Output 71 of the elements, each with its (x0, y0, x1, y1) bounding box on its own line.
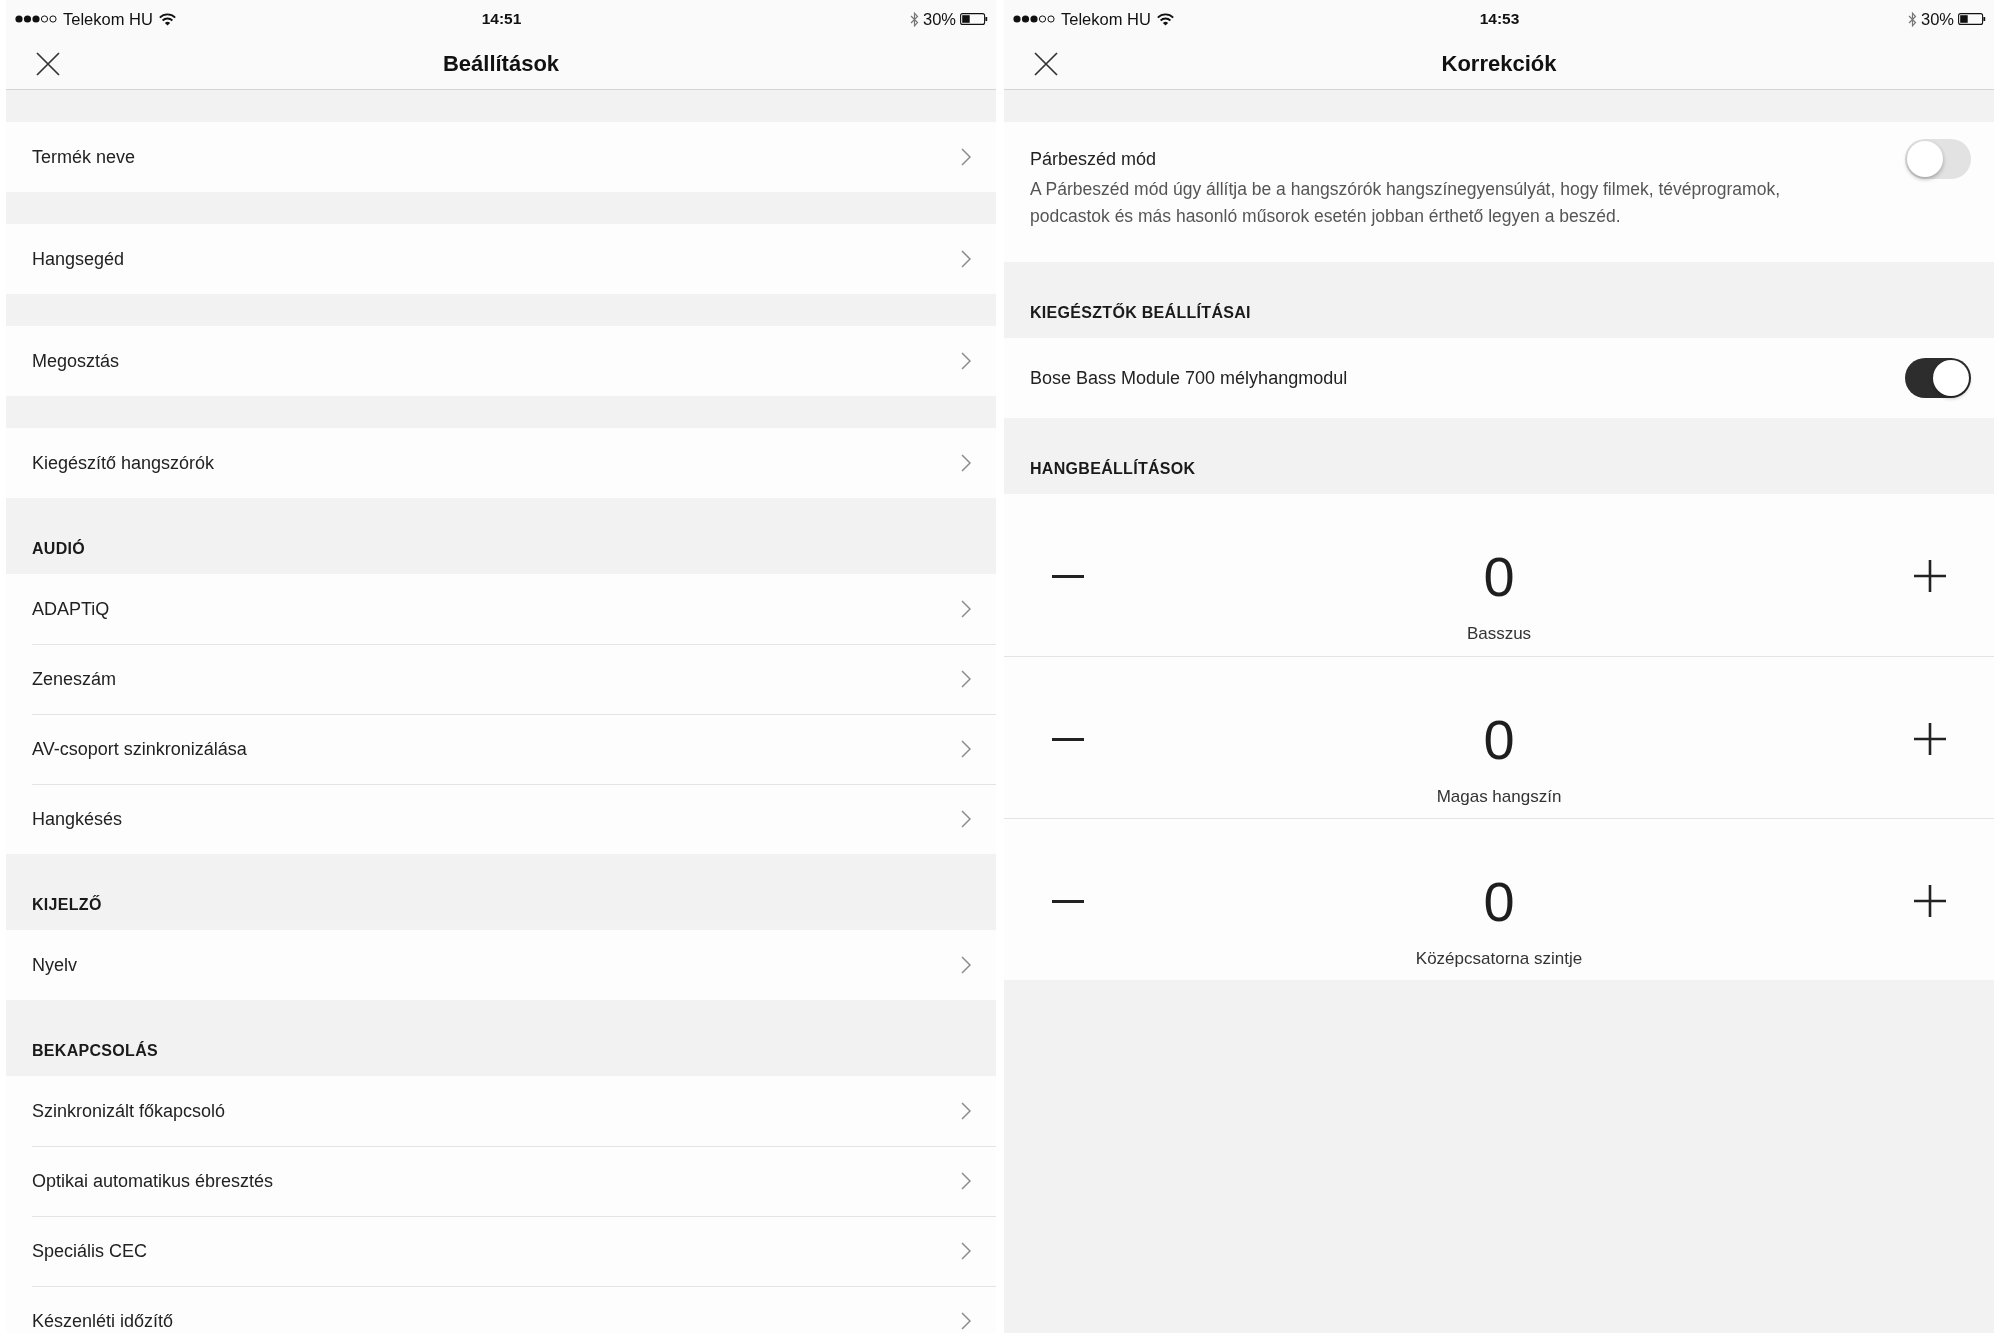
status-time: 14:51 (481, 10, 522, 28)
plus-icon (1914, 560, 1946, 592)
close-icon (36, 51, 60, 76)
minus-icon (1052, 899, 1084, 903)
settings-row[interactable]: Kiegészítő hangszórók (6, 428, 996, 498)
chevron-right-icon (961, 670, 971, 688)
status-time: 14:53 (1479, 10, 1520, 28)
settings-row[interactable]: Speciális CEC (6, 1216, 996, 1286)
carrier-name: Telekom HU (63, 9, 153, 29)
chevron-right-icon (961, 250, 971, 268)
section-header: AUDIÓ (32, 540, 86, 558)
stepper-value: 0 (1483, 546, 1515, 608)
settings-row[interactable]: Zeneszám (6, 644, 996, 714)
chevron-right-icon (961, 148, 971, 166)
close-button[interactable] (1034, 51, 1058, 76)
stepper-label: Magas hangszín (1436, 787, 1562, 807)
signal-icon (15, 15, 57, 23)
battery-percent: 30% (1920, 9, 1954, 29)
signal-icon (1013, 15, 1055, 23)
settings-row[interactable]: Hangkésés (6, 784, 996, 854)
setting-label: Párbeszéd mód (1030, 148, 1157, 170)
section-header: HANGBEÁLLÍTÁSOK (1030, 460, 1196, 478)
increase-button[interactable] (1914, 560, 1946, 592)
minus-icon (1052, 737, 1084, 741)
chevron-right-icon (961, 956, 971, 974)
chevron-right-icon (961, 740, 971, 758)
chevron-right-icon (961, 1172, 971, 1190)
section-header: KIEGÉSZTŐK BEÁLLÍTÁSAI (1030, 304, 1251, 322)
toggle-switch[interactable] (1905, 139, 1971, 179)
settings-row[interactable]: Hangsegéd (6, 224, 996, 294)
settings-row[interactable]: Készenléti időzítő (6, 1286, 996, 1333)
settings-row[interactable]: ADAPTiQ (6, 574, 996, 644)
chevron-right-icon (961, 600, 971, 618)
battery-icon (1958, 13, 1986, 25)
chevron-right-icon (961, 1242, 971, 1260)
toggle-switch[interactable] (1905, 358, 1971, 398)
settings-row[interactable]: Megosztás (6, 326, 996, 396)
bluetooth-icon (1907, 11, 1917, 27)
wifi-icon (1156, 12, 1174, 26)
settings-row[interactable]: Szinkronizált főkapcsoló (6, 1076, 996, 1146)
close-icon (1034, 51, 1058, 76)
stepper-label: Basszus (1466, 624, 1532, 644)
close-button[interactable] (36, 51, 60, 76)
increase-button[interactable] (1914, 885, 1946, 917)
settings-row[interactable]: Optikai automatikus ébresztés (6, 1146, 996, 1216)
screen-title: Korrekciók (1441, 50, 1557, 77)
increase-button[interactable] (1914, 723, 1946, 755)
plus-icon (1914, 723, 1946, 755)
screen-title: Beállítások (442, 50, 560, 77)
battery-percent: 30% (922, 9, 956, 29)
chevron-right-icon (961, 1312, 971, 1330)
settings-row[interactable]: Nyelv (6, 930, 996, 1000)
stepper-label: Középcsatorna szintje (1415, 949, 1583, 969)
stepper-value: 0 (1483, 709, 1515, 771)
wifi-icon (158, 12, 176, 26)
chevron-right-icon (961, 352, 971, 370)
chevron-right-icon (961, 810, 971, 828)
battery-icon (960, 13, 988, 25)
plus-icon (1914, 885, 1946, 917)
chevron-right-icon (961, 1102, 971, 1120)
minus-icon (1052, 574, 1084, 578)
section-header: BEKAPCSOLÁS (32, 1042, 158, 1060)
bluetooth-icon (909, 11, 919, 27)
settings-row[interactable]: Termék neve (6, 122, 996, 192)
chevron-right-icon (961, 454, 971, 472)
setting-description: A Párbeszéd mód úgy állítja be a hangszórók hangszínegyensúlyát, hogy filmek, tévéprogramok, podcastok és más hasonló műsorok esetén jobban érthető legyen a beszéd. (1030, 178, 1781, 228)
setting-label: Bose Bass Module 700 mélyhangmodul (1030, 367, 1348, 389)
settings-row[interactable]: AV-csoport szinkronizálása (6, 714, 996, 784)
stepper-value: 0 (1483, 871, 1515, 933)
carrier-name: Telekom HU (1061, 9, 1151, 29)
section-header: KIJELZŐ (32, 896, 102, 914)
